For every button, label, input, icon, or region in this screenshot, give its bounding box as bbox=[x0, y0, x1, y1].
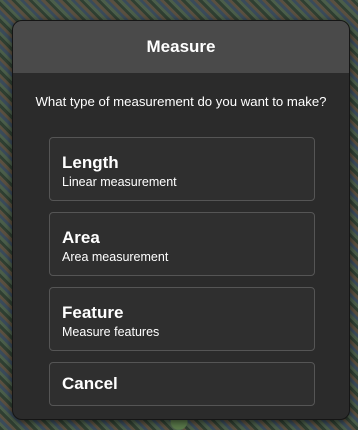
feature-option-button[interactable]: Feature Measure features bbox=[49, 287, 315, 351]
option-title: Length bbox=[62, 153, 119, 172]
option-subtitle: Linear measurement bbox=[62, 175, 177, 189]
option-subtitle: Measure features bbox=[62, 325, 160, 339]
dialog-header: Measure bbox=[13, 21, 349, 73]
dialog-prompt: What type of measurement do you want to … bbox=[35, 94, 327, 109]
dialog-title: Measure bbox=[146, 37, 216, 56]
option-title: Area bbox=[62, 228, 100, 247]
cancel-label: Cancel bbox=[62, 374, 118, 393]
measure-dialog: Measure What type of measurement do you … bbox=[12, 20, 350, 420]
option-title: Feature bbox=[62, 303, 124, 322]
cancel-button[interactable]: Cancel bbox=[49, 362, 315, 406]
length-option-button[interactable]: Length Linear measurement bbox=[49, 137, 315, 201]
area-option-button[interactable]: Area Area measurement bbox=[49, 212, 315, 276]
option-subtitle: Area measurement bbox=[62, 250, 169, 264]
